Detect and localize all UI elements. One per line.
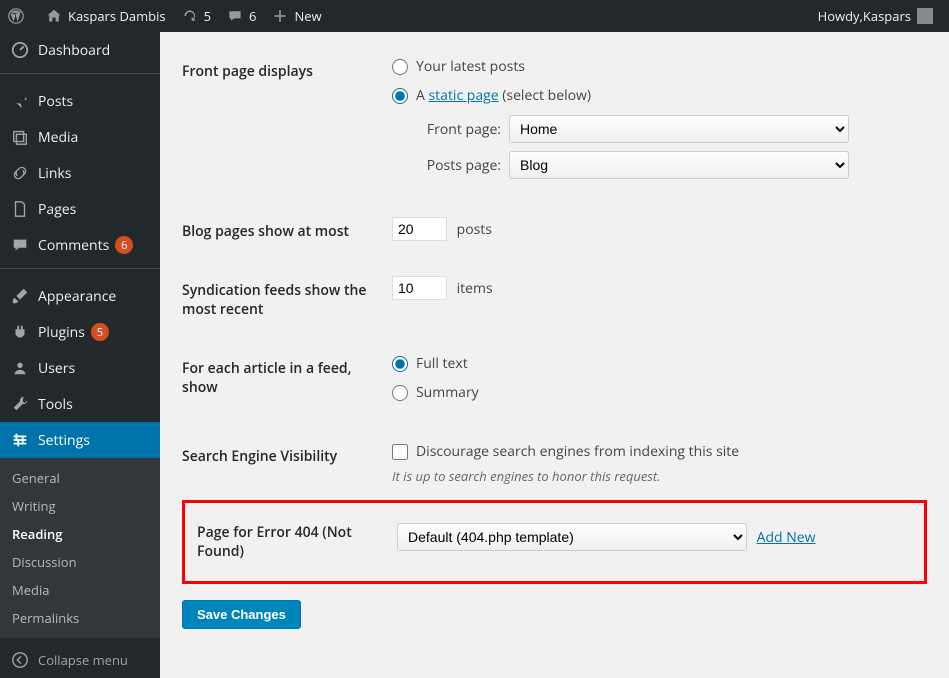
radio-static-page[interactable] xyxy=(392,88,408,104)
seo-heading: Search Engine Visibility xyxy=(182,427,382,500)
submenu-item-discussion[interactable]: Discussion xyxy=(0,548,160,576)
blog-pages-unit: posts xyxy=(457,220,492,239)
sidebar-item-label: Posts xyxy=(38,92,73,111)
site-name-label: Kaspars Dambis xyxy=(68,7,166,25)
user-name: Kaspars xyxy=(863,7,911,25)
front-page-sublabel: Front page: xyxy=(416,120,501,139)
tools-icon xyxy=(10,394,30,414)
sidebar-item-posts[interactable]: Posts xyxy=(0,83,160,119)
seo-note: It is up to search engines to honor this… xyxy=(392,467,917,485)
collapse-menu-button[interactable]: Collapse menu xyxy=(0,642,160,678)
wp-logo[interactable] xyxy=(0,0,38,32)
syndication-input[interactable] xyxy=(392,276,447,300)
badge: 5 xyxy=(91,323,109,341)
update-icon xyxy=(182,8,198,24)
home-icon xyxy=(46,8,62,24)
wordpress-icon xyxy=(8,8,24,24)
site-name-link[interactable]: Kaspars Dambis xyxy=(38,0,174,32)
settings-submenu: General Writing Reading Discussion Media… xyxy=(0,458,160,638)
radio-full-text[interactable] xyxy=(392,356,408,372)
blog-pages-heading: Blog pages show at most xyxy=(182,202,382,261)
pin-icon xyxy=(10,91,30,111)
admin-sidebar: Dashboard Posts Media Links Pages Commen… xyxy=(0,32,160,678)
howdy-prefix: Howdy, xyxy=(818,7,863,25)
badge: 6 xyxy=(115,236,133,254)
comments-count: 6 xyxy=(249,7,256,25)
radio-full-label: Full text xyxy=(416,354,468,373)
sidebar-item-tools[interactable]: Tools xyxy=(0,386,160,422)
brush-icon xyxy=(10,286,30,306)
radio-summary[interactable] xyxy=(392,385,408,401)
avatar xyxy=(917,8,933,24)
new-label: New xyxy=(294,7,321,25)
error404-heading: Page for Error 404 (Not Found) xyxy=(191,513,391,571)
sidebar-item-comments[interactable]: Comments 6 xyxy=(0,227,160,263)
sidebar-item-dashboard[interactable]: Dashboard xyxy=(0,32,160,68)
submenu-item-media[interactable]: Media xyxy=(0,576,160,604)
feed-article-heading: For each article in a feed, show xyxy=(182,339,382,427)
sidebar-item-settings[interactable]: Settings xyxy=(0,422,160,458)
radio-summary-label: Summary xyxy=(416,383,479,402)
front-page-heading: Front page displays xyxy=(182,42,382,202)
updates-link[interactable]: 5 xyxy=(174,0,219,32)
updates-count: 5 xyxy=(204,7,211,25)
sidebar-item-label: Pages xyxy=(38,200,76,219)
sidebar-item-users[interactable]: Users xyxy=(0,350,160,386)
save-changes-button[interactable]: Save Changes xyxy=(182,600,301,629)
radio-latest-label: Your latest posts xyxy=(416,57,525,76)
sidebar-item-links[interactable]: Links xyxy=(0,155,160,191)
sidebar-item-appearance[interactable]: Appearance xyxy=(0,278,160,314)
submenu-item-permalinks[interactable]: Permalinks xyxy=(0,604,160,632)
collapse-icon xyxy=(10,650,30,670)
sidebar-item-label: Media xyxy=(38,128,78,147)
sidebar-item-media[interactable]: Media xyxy=(0,119,160,155)
new-content-link[interactable]: New xyxy=(264,0,329,32)
sidebar-item-plugins[interactable]: Plugins 5 xyxy=(0,314,160,350)
admin-bar: Kaspars Dambis 5 6 New Howdy, Kaspars xyxy=(0,0,949,32)
settings-icon xyxy=(10,430,30,450)
link-icon xyxy=(10,163,30,183)
seo-checkbox[interactable] xyxy=(392,444,408,460)
seo-checkbox-label: Discourage search engines from indexing … xyxy=(416,442,739,461)
error-404-highlight: Page for Error 404 (Not Found) Default (… xyxy=(182,500,927,584)
comments-link[interactable]: 6 xyxy=(219,0,264,32)
posts-page-select[interactable]: Blog xyxy=(509,151,849,179)
radio-latest-posts[interactable] xyxy=(392,59,408,75)
static-page-link[interactable]: static page xyxy=(429,86,499,105)
collapse-label: Collapse menu xyxy=(38,651,128,669)
sidebar-item-label: Links xyxy=(38,164,71,183)
account-link[interactable]: Howdy, Kaspars xyxy=(810,0,941,32)
syndication-unit: items xyxy=(457,279,493,298)
blog-pages-input[interactable] xyxy=(392,217,447,241)
submenu-item-general[interactable]: General xyxy=(0,464,160,492)
settings-reading-page: Front page displays Your latest posts A … xyxy=(160,32,949,678)
plugin-icon xyxy=(10,322,30,342)
error404-select[interactable]: Default (404.php template) xyxy=(397,523,747,551)
sidebar-item-label: Appearance xyxy=(38,287,116,306)
error404-add-new-link[interactable]: Add New xyxy=(757,528,816,547)
sidebar-item-label: Settings xyxy=(38,431,90,450)
sidebar-item-pages[interactable]: Pages xyxy=(0,191,160,227)
plus-icon xyxy=(272,8,288,24)
sidebar-item-label: Tools xyxy=(38,395,73,414)
submenu-item-writing[interactable]: Writing xyxy=(0,492,160,520)
sidebar-item-label: Dashboard xyxy=(38,41,110,60)
sidebar-item-label: Comments xyxy=(38,236,109,255)
media-icon xyxy=(10,127,30,147)
comment-icon xyxy=(227,8,243,24)
syndication-heading: Syndication feeds show the most recent xyxy=(182,261,382,339)
posts-page-sublabel: Posts page: xyxy=(416,156,501,175)
radio-static-label: A static page (select below) xyxy=(416,86,591,105)
submenu-item-reading[interactable]: Reading xyxy=(0,520,160,548)
sidebar-item-label: Plugins xyxy=(38,323,85,342)
dashboard-icon xyxy=(10,40,30,60)
page-icon xyxy=(10,199,30,219)
comment-icon xyxy=(10,235,30,255)
users-icon xyxy=(10,358,30,378)
sidebar-item-label: Users xyxy=(38,359,75,378)
front-page-select[interactable]: Home xyxy=(509,115,849,143)
